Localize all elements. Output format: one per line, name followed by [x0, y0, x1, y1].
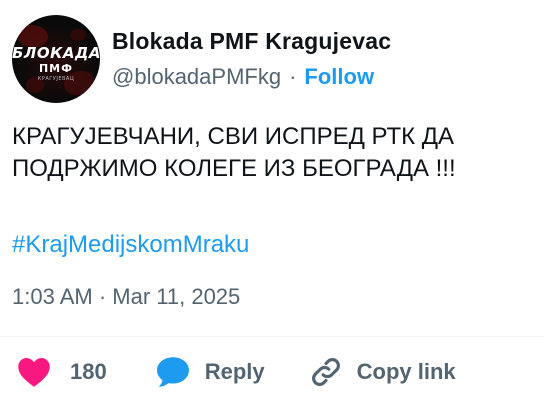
display-name[interactable]: Blokada PMF Kragujevac	[112, 27, 391, 55]
copy-link-button[interactable]: Copy link	[309, 355, 456, 389]
tweet-text-line: КРАГУЈЕВЧАНИ, СВИ ИСПРЕД РТК ДА	[12, 123, 455, 150]
avatar[interactable]: БЛОКАДА ПМФ КРАГУЈЕВАЦ	[12, 15, 100, 103]
copy-link-label: Copy link	[356, 359, 456, 384]
tweet-text: КРАГУЈЕВЧАНИ, СВИ ИСПРЕД РТК ДА ПОДРЖИМО…	[12, 121, 532, 185]
avatar-splatter	[70, 29, 86, 41]
reply-button[interactable]: Reply	[155, 355, 265, 389]
separator-dot: ·	[289, 64, 297, 89]
follow-button[interactable]: Follow	[304, 63, 374, 91]
like-button[interactable]: 180	[16, 356, 107, 388]
tweet-header: БЛОКАДА ПМФ КРАГУЈЕВАЦ Blokada PMF Kragu…	[12, 14, 532, 104]
avatar-logo-subtext: ПМФ	[38, 62, 74, 75]
heart-icon[interactable]	[16, 356, 52, 388]
speech-bubble-icon[interactable]	[155, 355, 191, 389]
tweet-timestamp[interactable]: 1:03 AM · Mar 11, 2025	[12, 282, 240, 312]
like-count: 180	[70, 359, 107, 384]
account-names: Blokada PMF Kragujevac @blokadaPMFkg · F…	[112, 27, 391, 91]
avatar-logo-small-text: КРАГУЈЕВАЦ	[37, 76, 75, 82]
reply-label: Reply	[204, 359, 265, 384]
tweet-text-line: ПОДРЖИМО КОЛЕГЕ ИЗ БЕОГРАДА !!!	[12, 155, 456, 182]
account-handle[interactable]: @blokadaPMFkg	[112, 63, 281, 91]
action-bar: 180 Reply Copy link	[16, 354, 536, 390]
avatar-logo-text: БЛОКАДА	[12, 44, 100, 62]
hashtag-link[interactable]: #KrajMedijskomMraku	[12, 229, 249, 261]
handle-row: @blokadaPMFkg · Follow	[112, 63, 391, 91]
divider	[0, 336, 544, 337]
link-icon[interactable]	[309, 355, 343, 389]
